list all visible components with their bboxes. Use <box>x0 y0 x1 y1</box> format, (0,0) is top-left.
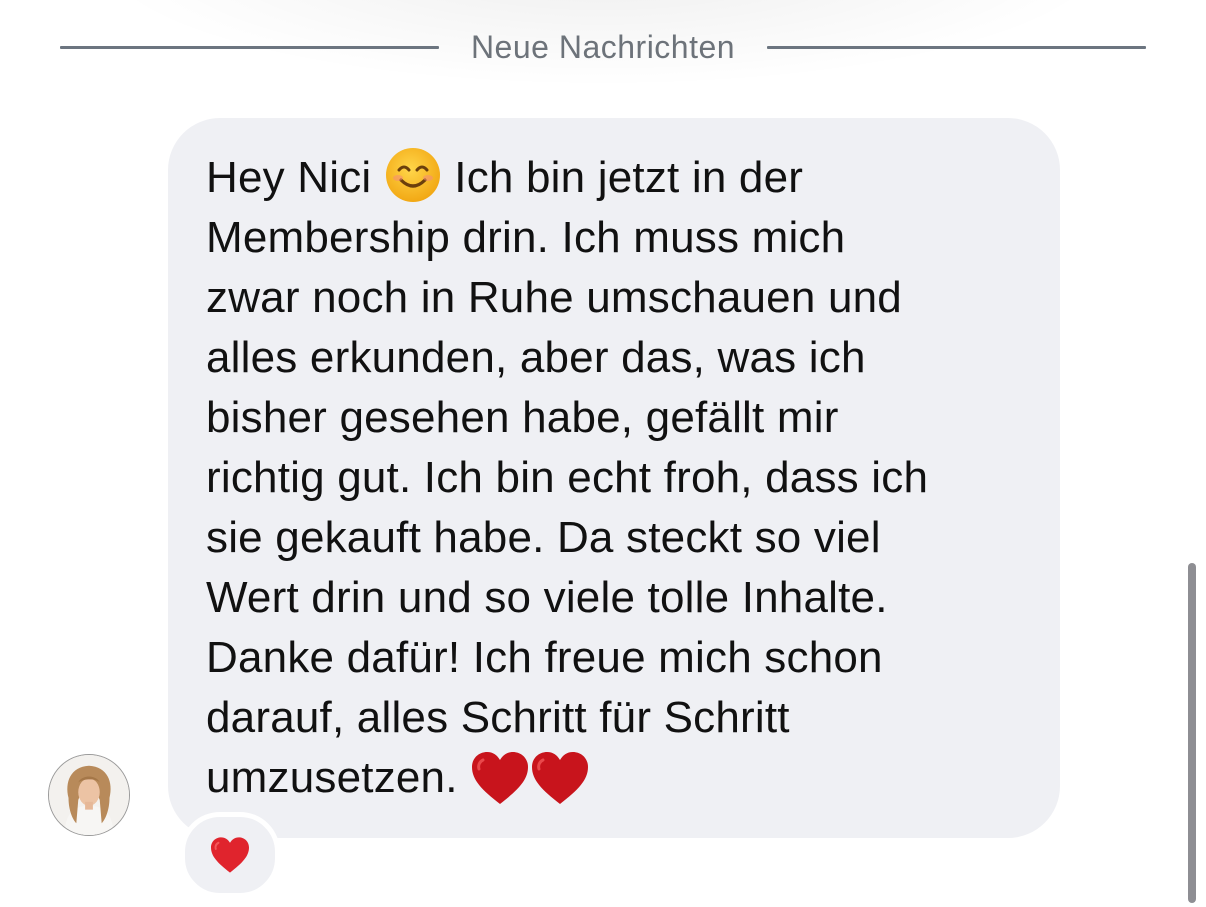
new-messages-label: Neue Nachrichten <box>470 28 736 65</box>
divider-line-left <box>60 45 439 49</box>
message-line: sie gekauft habe. Da steckt so viel <box>206 513 881 562</box>
new-messages-divider: Neue Nachrichten <box>60 22 1147 72</box>
message-line: darauf, alles Schritt für Schritt <box>206 693 790 742</box>
message-line: zwar noch in Ruhe umschauen und <box>206 273 902 322</box>
message-line: Wert drin und so viele tolle Inhalte. <box>206 573 888 622</box>
message-line: Membership drin. Ich muss mich <box>206 213 846 262</box>
red-heart-icon <box>211 837 249 873</box>
message-line: alles erkunden, aber das, was ich <box>206 333 866 382</box>
vertical-scrollbar[interactable] <box>1188 563 1196 903</box>
red-heart-icon <box>530 752 590 804</box>
heart-reaction-badge[interactable] <box>180 812 280 898</box>
message-text: Hey Nici Ich bin jetzt in der Membership… <box>206 146 1030 808</box>
message-line: bisher gesehen habe, gefällt mir <box>206 393 839 442</box>
chat-screen: Neue Nachrichten Hey Nici Ich bin jetzt … <box>0 0 1206 907</box>
red-heart-icon <box>470 752 530 804</box>
divider-line-right <box>767 45 1147 49</box>
message-line: Ich bin jetzt in der <box>454 153 804 202</box>
message-line: Danke dafür! Ich freue mich schon <box>206 633 883 682</box>
smiling-face-icon <box>384 148 442 203</box>
sender-avatar[interactable] <box>48 754 130 836</box>
message-line: richtig gut. Ich bin echt froh, dass ich <box>206 453 929 502</box>
message-bubble[interactable]: Hey Nici Ich bin jetzt in der Membership… <box>168 118 1060 838</box>
message-line: umzusetzen. <box>206 753 458 802</box>
message-line: Hey Nici <box>206 153 372 202</box>
